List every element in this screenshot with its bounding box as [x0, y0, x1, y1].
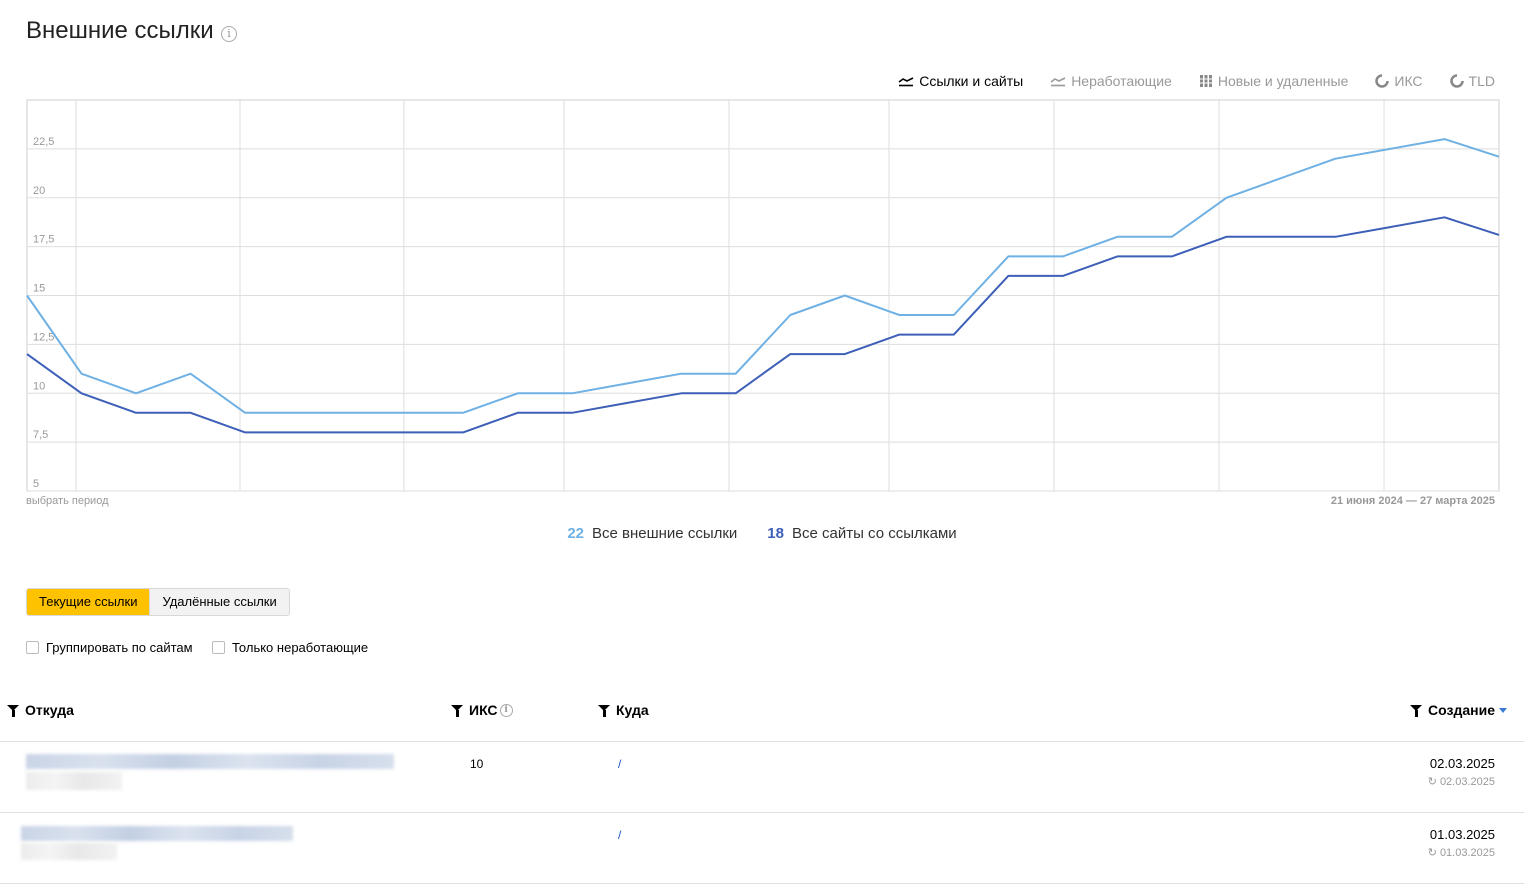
checkbox-label: Группировать по сайтам: [46, 640, 193, 655]
y-tick-label: 12,5: [33, 331, 54, 343]
info-icon[interactable]: i: [499, 703, 513, 717]
legend-item-all-sites[interactable]: 18 Все сайты со ссылками: [767, 525, 956, 542]
legend-value: 22: [567, 525, 584, 542]
filter-icon[interactable]: [598, 705, 610, 717]
redacted-source-title: [21, 843, 117, 860]
column-label: Откуда: [25, 702, 74, 718]
checkbox-box[interactable]: [26, 641, 39, 654]
y-tick-label: 5: [33, 478, 39, 490]
tab-label: Новые и удаленные: [1217, 73, 1349, 89]
updated-date-text: 02.03.2025: [1439, 775, 1495, 788]
tab-label: TLD: [1468, 73, 1495, 89]
checkbox-label: Только неработающие: [232, 640, 369, 655]
divider: [0, 883, 1524, 884]
legend-item-all-links[interactable]: 22 Все внешние ссылки: [567, 525, 737, 542]
legend-value: 18: [767, 525, 784, 542]
y-tick-label: 22,5: [33, 136, 54, 148]
created-date: 02.03.2025: [1429, 756, 1495, 771]
refresh-icon: ↻: [1427, 847, 1437, 859]
updated-date: ↻ 01.03.2025: [1427, 846, 1495, 860]
y-tick-label: 10: [33, 380, 45, 392]
y-tick-label: 7,5: [33, 429, 48, 441]
y-tick-label: 15: [33, 283, 45, 295]
created-date: 01.03.2025: [1429, 827, 1495, 842]
page-title: Внешние ссылки: [26, 17, 214, 44]
deleted-links-button[interactable]: Удалённые ссылки: [149, 589, 289, 615]
target-link[interactable]: /: [618, 828, 621, 842]
iks-value: 10: [470, 757, 484, 771]
filter-icon[interactable]: [1410, 705, 1423, 717]
tab-tld[interactable]: TLD: [1449, 72, 1495, 90]
y-tick-label: 17,5: [33, 234, 54, 246]
y-tick-label: 20: [33, 185, 45, 197]
updated-date-text: 01.03.2025: [1439, 846, 1495, 859]
column-label: Куда: [616, 702, 649, 718]
divider: [0, 812, 1524, 813]
tab-broken[interactable]: Неработающие: [1050, 72, 1172, 90]
tab-label: ИКС: [1394, 73, 1423, 89]
links-segmented-control: Текущие ссылки Удалённые ссылки: [26, 588, 290, 616]
tab-label: Ссылки и сайты: [919, 73, 1024, 89]
tab-new-and-deleted[interactable]: Новые и удаленные: [1198, 72, 1349, 90]
filter-icon[interactable]: [451, 705, 463, 717]
date-range: 21 июня 2024 — 27 марта 2025: [1330, 495, 1495, 507]
select-period-link[interactable]: выбрать период: [26, 495, 109, 507]
tab-links-and-sites[interactable]: Ссылки и сайты: [898, 72, 1023, 90]
redacted-source-url[interactable]: [21, 826, 293, 841]
only-broken-checkbox[interactable]: Только неработающие: [212, 640, 368, 655]
line-chart: 5 7,5 10 12,5 15 17,5 20 22,5: [26, 99, 1500, 492]
tab-label: Неработающие: [1071, 73, 1172, 89]
column-label: Создание: [1428, 702, 1495, 718]
divider: [0, 741, 1524, 742]
redacted-source-url[interactable]: [26, 754, 394, 769]
y-axis-labels: 5 7,5 10 12,5 15 17,5 20 22,5: [33, 136, 54, 490]
column-header-iks[interactable]: ИКС i: [451, 702, 513, 718]
column-header-to[interactable]: Куда: [598, 702, 649, 718]
column-header-from[interactable]: Откуда: [7, 702, 74, 718]
legend-label: Все внешние ссылки: [592, 525, 738, 542]
pie-chart-icon: [1375, 74, 1390, 88]
updated-date: ↻ 02.03.2025: [1427, 775, 1495, 789]
line-chart-icon: [898, 77, 914, 87]
column-header-created[interactable]: Создание: [1410, 702, 1507, 718]
bar-chart-icon: [1198, 75, 1213, 87]
info-icon[interactable]: i: [221, 26, 237, 42]
legend-label: Все сайты со ссылками: [791, 525, 957, 542]
pie-chart-icon: [1449, 74, 1464, 88]
series-line: [26, 138, 1500, 414]
group-by-sites-checkbox[interactable]: Группировать по сайтам: [26, 640, 193, 655]
chart-legend: 22 Все внешние ссылки 18 Все сайты со сс…: [0, 525, 1524, 542]
sort-desc-icon[interactable]: [1499, 707, 1507, 713]
series-line: [26, 216, 1500, 434]
chart-series: [26, 138, 1500, 434]
column-label: ИКС: [469, 702, 498, 718]
refresh-icon: ↻: [1427, 776, 1437, 788]
redacted-source-title: [26, 772, 122, 790]
tab-iks[interactable]: ИКС: [1375, 72, 1423, 90]
chart-tabs: Ссылки и сайты Неработающие Новые и удал…: [898, 72, 1495, 90]
line-chart-icon: [1050, 77, 1066, 87]
current-links-button[interactable]: Текущие ссылки: [27, 589, 150, 615]
filter-icon[interactable]: [7, 705, 19, 717]
target-link[interactable]: /: [618, 757, 621, 771]
checkbox-box[interactable]: [212, 641, 225, 654]
